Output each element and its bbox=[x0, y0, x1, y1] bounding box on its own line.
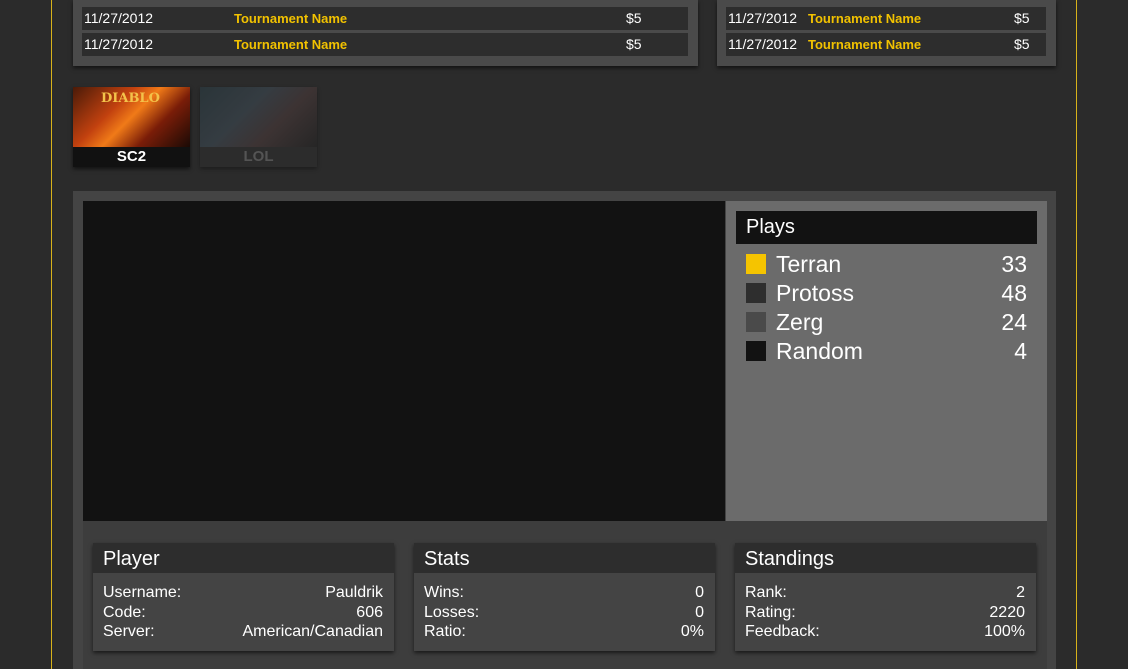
legend-swatch bbox=[746, 312, 766, 332]
info-row: Username: Pauldrik bbox=[103, 583, 383, 603]
info-row: Feedback: 100% bbox=[745, 622, 1025, 642]
card-title: Player bbox=[103, 548, 160, 570]
tournament-price: $5 bbox=[626, 10, 642, 26]
info-row: Code: 606 bbox=[103, 603, 383, 623]
tournament-name-link[interactable]: Tournament Name bbox=[234, 7, 347, 30]
info-key: Ratio: bbox=[424, 623, 466, 640]
legend-value: 24 bbox=[1001, 309, 1027, 335]
tournament-price: $5 bbox=[626, 36, 642, 52]
profile-panel: Plays Terran 33 Protoss 48 Zerg 24 Rando… bbox=[73, 191, 1056, 669]
info-cards-row: Player Username: Pauldrik Code: 606 Server… bbox=[83, 521, 1047, 669]
legend-item-random: Random 4 bbox=[746, 337, 1027, 365]
plays-legend-panel: Plays Terran 33 Protoss 48 Zerg 24 Rando… bbox=[726, 201, 1047, 521]
tournament-price: $5 bbox=[1014, 36, 1030, 52]
game-logo: DIABLO bbox=[101, 91, 160, 106]
info-row: Losses: 0 bbox=[424, 603, 704, 623]
tournament-date: 11/27/2012 bbox=[728, 10, 798, 26]
info-key: Losses: bbox=[424, 604, 480, 621]
tournament-price: $5 bbox=[1014, 10, 1030, 26]
info-value: 0 bbox=[695, 584, 704, 601]
info-row: Wins: 0 bbox=[424, 583, 704, 603]
plays-header: Plays bbox=[736, 211, 1037, 244]
stats-card: Stats Wins: 0 Losses: 0 Ratio: 0% bbox=[414, 543, 715, 651]
info-key: Username: bbox=[103, 584, 182, 601]
info-key: Rating: bbox=[745, 604, 796, 621]
game-tab-label: SC2 bbox=[116, 148, 147, 165]
legend-item-zerg: Zerg 24 bbox=[746, 308, 1027, 336]
legend-swatch bbox=[746, 341, 766, 361]
legend-label: Random bbox=[776, 338, 863, 364]
card-header: Standings bbox=[735, 543, 1036, 573]
player-card: Player Username: Pauldrik Code: 606 Server… bbox=[93, 543, 394, 651]
legend-swatch bbox=[746, 283, 766, 303]
info-key: Server: bbox=[103, 623, 155, 640]
info-value: 2220 bbox=[989, 604, 1025, 621]
card-title: Standings bbox=[745, 548, 834, 570]
card-header: Player bbox=[93, 543, 394, 573]
table-row[interactable]: 11/27/2012 Tournament Name $5 bbox=[726, 33, 1046, 56]
legend-swatch bbox=[746, 254, 766, 274]
tournament-date: 11/27/2012 bbox=[728, 36, 798, 52]
legend-label: Protoss bbox=[776, 280, 854, 306]
info-row: Rating: 2220 bbox=[745, 603, 1025, 623]
legend-label: Zerg bbox=[776, 309, 824, 335]
plays-chart-area bbox=[83, 201, 725, 521]
card-title: Stats bbox=[424, 548, 470, 570]
tournament-date: 11/27/2012 bbox=[84, 36, 154, 52]
legend-value: 48 bbox=[1001, 280, 1027, 306]
table-row[interactable]: 11/27/2012 Tournament Name $5 bbox=[726, 7, 1046, 30]
legend-value: 4 bbox=[1014, 338, 1027, 364]
info-row: Ratio: 0% bbox=[424, 622, 704, 642]
legend-item-protoss: Protoss 48 bbox=[746, 279, 1027, 307]
info-value: 0% bbox=[680, 623, 704, 640]
tournament-name-link[interactable]: Tournament Name bbox=[808, 33, 921, 56]
info-value: 606 bbox=[356, 604, 383, 621]
info-value: 2 bbox=[1016, 584, 1025, 601]
tournament-table-right: 11/27/2012 Tournament Name $5 11/27/2012… bbox=[717, 0, 1056, 66]
info-key: Wins: bbox=[424, 584, 464, 601]
plays-title: Plays bbox=[746, 216, 795, 238]
tournament-date: 11/27/2012 bbox=[84, 10, 154, 26]
tournament-name-link[interactable]: Tournament Name bbox=[808, 7, 921, 30]
game-tab-label: LOL bbox=[243, 148, 274, 165]
info-key: Code: bbox=[103, 604, 146, 621]
game-thumbnail: DIABLO bbox=[73, 87, 190, 147]
info-value: 100% bbox=[984, 623, 1025, 640]
game-tab-sc2[interactable]: DIABLO SC2 bbox=[73, 87, 190, 167]
game-tab-lol[interactable]: LOL bbox=[200, 87, 317, 167]
info-row: Server: American/Canadian bbox=[103, 622, 383, 642]
legend-label: Terran bbox=[776, 251, 842, 277]
info-row: Rank: 2 bbox=[745, 583, 1025, 603]
table-row[interactable]: 11/27/2012 Tournament Name $5 bbox=[82, 7, 688, 30]
page-frame: 11/27/2012 Tournament Name $5 11/27/2012… bbox=[51, 0, 1077, 669]
legend-item-terran: Terran 33 bbox=[746, 250, 1027, 278]
info-key: Feedback: bbox=[745, 623, 820, 640]
card-header: Stats bbox=[414, 543, 715, 573]
info-value: Pauldrik bbox=[325, 584, 383, 601]
table-row[interactable]: 11/27/2012 Tournament Name $5 bbox=[82, 33, 688, 56]
tournament-table-left: 11/27/2012 Tournament Name $5 11/27/2012… bbox=[73, 0, 698, 66]
tournament-name-link[interactable]: Tournament Name bbox=[234, 33, 347, 56]
legend-value: 33 bbox=[1001, 251, 1027, 277]
game-thumbnail bbox=[200, 87, 317, 147]
standings-card: Standings Rank: 2 Rating: 2220 Feedback: 10… bbox=[735, 543, 1036, 651]
info-value: 0 bbox=[695, 604, 704, 621]
info-key: Rank: bbox=[745, 584, 787, 601]
info-value: American/Canadian bbox=[242, 623, 383, 640]
